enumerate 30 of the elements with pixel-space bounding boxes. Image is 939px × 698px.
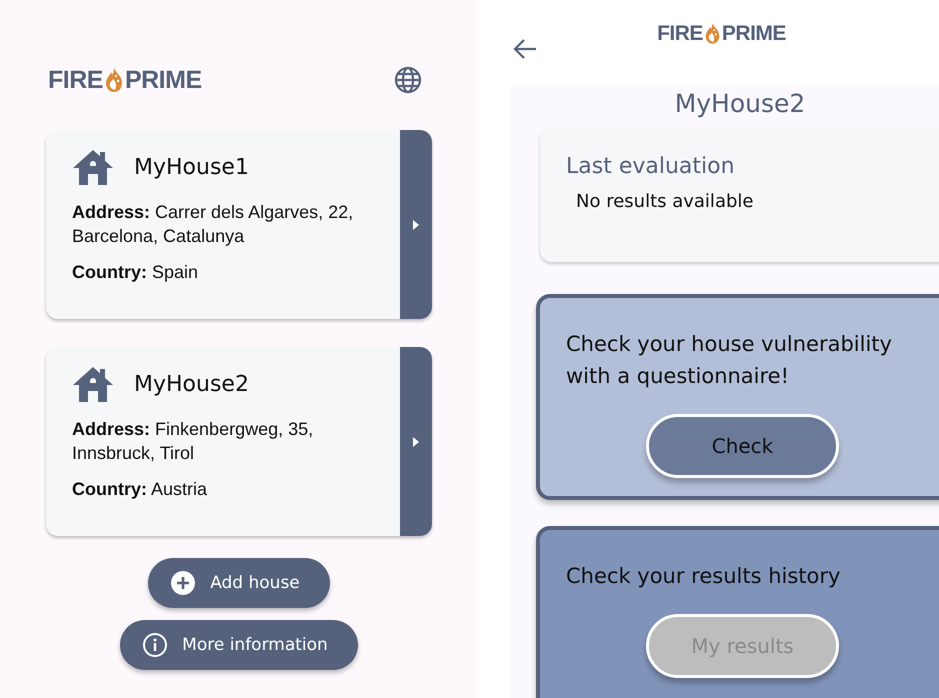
logo-text: FIRE xyxy=(657,22,703,46)
caret-icon xyxy=(412,218,420,230)
house-card[interactable]: MyHouse2 Address: Finkenbergweg, 35, Innsbruck, Tirol Country: Austria xyxy=(46,347,432,536)
card-text: Check your house vulnerability with a questionnaire! xyxy=(566,331,893,390)
more-information-button[interactable]: More information xyxy=(120,620,358,670)
logo-text: PRIME xyxy=(124,66,202,94)
house-name: MyHouse2 xyxy=(134,372,249,396)
flame-icon xyxy=(704,22,721,45)
house-card[interactable]: MyHouse1 Address: Carrer dels Algarves, 22, Barcelona, Catalunya Country: Spain xyxy=(46,130,432,319)
card-title: Last evaluation xyxy=(566,154,736,179)
address-text: Address: Finkenbergweg, 35, Innsbruck, Tirol xyxy=(72,418,314,465)
card-text: Check your results history xyxy=(566,563,842,590)
country-text: Country: Austria xyxy=(72,478,208,501)
back-arrow-icon[interactable] xyxy=(512,38,538,60)
info-icon xyxy=(142,632,168,658)
flame-icon xyxy=(104,67,124,93)
add-house-button[interactable]: Add house xyxy=(148,558,330,608)
logo-text: FIRE xyxy=(48,66,103,94)
globe-icon[interactable] xyxy=(394,66,422,94)
address-text: Address: Carrer dels Algarves, 22, Barcelona, Catalunya xyxy=(72,201,354,248)
country-text: Country: Spain xyxy=(72,261,200,284)
plus-circle-icon xyxy=(170,570,196,596)
logo-text: PRIME xyxy=(722,22,786,46)
house-name: MyHouse1 xyxy=(134,154,249,180)
caret-icon xyxy=(412,436,420,448)
check-button[interactable]: Check xyxy=(646,414,839,478)
house-icon xyxy=(72,365,114,403)
house-icon xyxy=(72,148,114,186)
evaluation-text: No results available xyxy=(575,191,754,212)
house-title: MyHouse2 xyxy=(674,89,806,118)
